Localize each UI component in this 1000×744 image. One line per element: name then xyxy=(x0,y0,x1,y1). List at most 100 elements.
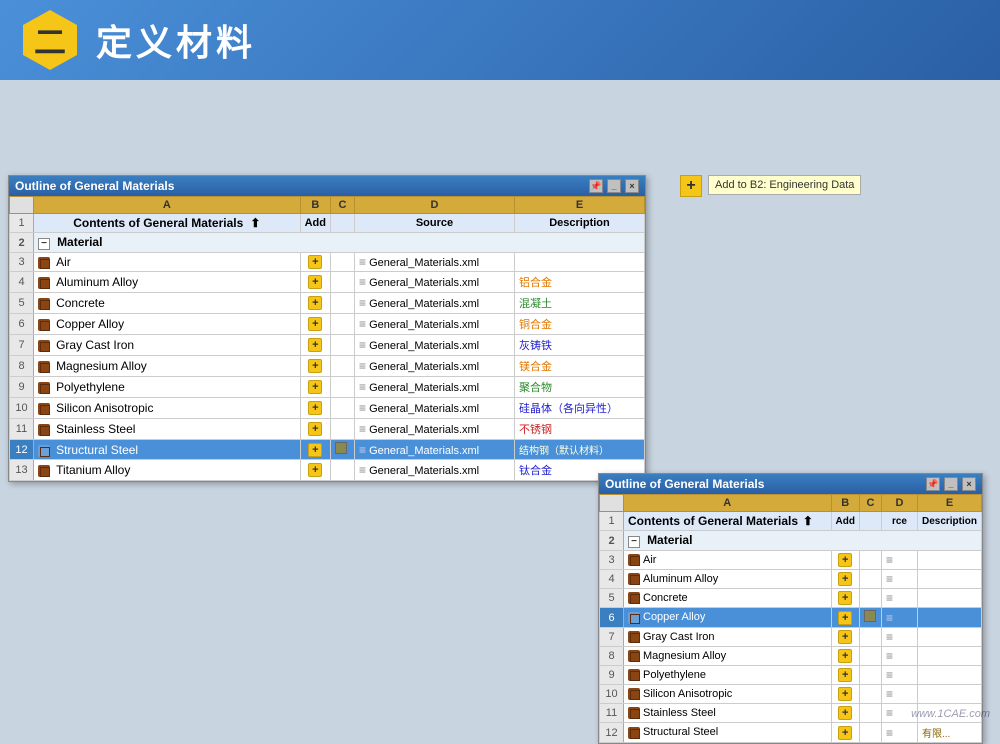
add-icon[interactable]: + xyxy=(308,422,322,436)
material-name-cell[interactable]: Magnesium Alloy xyxy=(34,356,301,377)
c-cell xyxy=(331,460,355,481)
table-row-selected[interactable]: 12 Structural Steel + ≡ General_Material… xyxy=(10,440,645,460)
table-row[interactable]: 4 Aluminum Alloy + ≡ General_Materials.x… xyxy=(10,272,645,293)
material-name-cell[interactable]: Gray Cast Iron xyxy=(34,335,301,356)
add-cell[interactable]: + xyxy=(300,293,330,314)
add-icon[interactable]: + xyxy=(308,317,322,331)
close-button-2[interactable]: × xyxy=(962,477,976,491)
add-icon[interactable]: + xyxy=(838,726,852,740)
add-icon[interactable]: + xyxy=(838,649,852,663)
add-icon[interactable]: + xyxy=(838,687,852,701)
table-row[interactable]: 11 Stainless Steel + ≡ General_Materials… xyxy=(10,419,645,440)
add-cell[interactable]: + xyxy=(300,253,330,272)
table-row[interactable]: 4 Aluminum Alloy + ≡ xyxy=(600,570,982,589)
add-icon[interactable]: + xyxy=(838,591,852,605)
material-name-cell[interactable]: Air xyxy=(624,551,832,570)
add-cell[interactable]: + xyxy=(300,314,330,335)
add-icon[interactable]: + xyxy=(838,572,852,586)
add-icon[interactable]: + xyxy=(308,359,322,373)
add-cell[interactable]: + xyxy=(300,419,330,440)
close-button-1[interactable]: × xyxy=(625,179,639,193)
table-row[interactable]: 9 Polyethylene + ≡ General_Materials.xml… xyxy=(10,377,645,398)
add-icon[interactable]: + xyxy=(308,401,322,415)
table-row-selected[interactable]: 6 Copper Alloy + ≡ xyxy=(600,608,982,628)
add-icon[interactable]: + xyxy=(308,338,322,352)
material-name-cell[interactable]: Concrete xyxy=(624,589,832,608)
collapse-icon[interactable]: − xyxy=(38,238,50,250)
material-name-cell[interactable]: Gray Cast Iron xyxy=(624,628,832,647)
material-name-cell[interactable]: Silicon Anisotropic xyxy=(34,398,301,419)
add-cell[interactable]: + xyxy=(831,647,859,666)
material-name-cell[interactable]: Polyethylene xyxy=(34,377,301,398)
table-row[interactable]: 13 Titanium Alloy + ≡ General_Materials.… xyxy=(10,460,645,481)
table-row[interactable]: 7 Gray Cast Iron + ≡ General_Materials.x… xyxy=(10,335,645,356)
add-icon[interactable]: + xyxy=(308,463,322,477)
material-name-cell[interactable]: Titanium Alloy xyxy=(34,460,301,481)
add-cell[interactable]: + xyxy=(300,377,330,398)
add-cell[interactable]: + xyxy=(831,704,859,723)
add-cell[interactable]: + xyxy=(300,460,330,481)
material-name-cell[interactable]: Concrete xyxy=(34,293,301,314)
add-cell[interactable]: + xyxy=(831,570,859,589)
add-cell[interactable]: + xyxy=(831,666,859,685)
table-row[interactable]: 8 Magnesium Alloy + ≡ xyxy=(600,647,982,666)
material-name-cell[interactable]: Aluminum Alloy xyxy=(624,570,832,589)
add-cell[interactable]: + xyxy=(831,723,859,743)
add-to-engineering-data-button[interactable]: + xyxy=(680,175,702,197)
add-icon[interactable]: + xyxy=(838,668,852,682)
material-icon xyxy=(38,424,50,436)
table-row[interactable]: 5 Concrete + ≡ General_Materials.xml 混凝土 xyxy=(10,293,645,314)
add-icon[interactable]: + xyxy=(308,296,322,310)
table-row[interactable]: 12 Structural Steel + ≡ 有限... xyxy=(600,723,982,743)
add-icon[interactable]: + xyxy=(838,706,852,720)
minimize-button-2[interactable]: _ xyxy=(944,477,958,491)
add-cell[interactable]: + xyxy=(831,551,859,570)
material-name-cell[interactable]: Polyethylene xyxy=(624,666,832,685)
add-cell[interactable]: + xyxy=(300,335,330,356)
c-cell xyxy=(331,419,355,440)
table-row[interactable]: 6 Copper Alloy + ≡ General_Materials.xml… xyxy=(10,314,645,335)
table-row[interactable]: 3 Air + ≡ General_Materials.xml xyxy=(10,253,645,272)
add-icon[interactable]: + xyxy=(308,275,322,289)
add-cell[interactable]: + xyxy=(831,628,859,647)
table-row[interactable]: 3 Air + ≡ xyxy=(600,551,982,570)
material-name-cell[interactable]: Stainless Steel xyxy=(34,419,301,440)
pin-button-1[interactable]: 📌 xyxy=(589,179,603,193)
add-cell[interactable]: + xyxy=(300,440,330,460)
table-row[interactable]: 7 Gray Cast Iron + ≡ xyxy=(600,628,982,647)
material-name-cell[interactable]: Stainless Steel xyxy=(624,704,832,723)
collapse-icon-2[interactable]: − xyxy=(628,536,640,548)
watermark: www.1CAE.com xyxy=(911,708,990,720)
table-row[interactable]: 10 Silicon Anisotropic + ≡ General_Mater… xyxy=(10,398,645,419)
table-row[interactable]: 5 Concrete + ≡ xyxy=(600,589,982,608)
table-row[interactable]: 8 Magnesium Alloy + ≡ General_Materials.… xyxy=(10,356,645,377)
add-cell[interactable]: + xyxy=(300,356,330,377)
row-num: 6 xyxy=(600,608,624,628)
material-name-cell[interactable]: Copper Alloy xyxy=(624,608,832,628)
material-name-cell[interactable]: Aluminum Alloy xyxy=(34,272,301,293)
sort-icon-2[interactable]: ⬆ xyxy=(803,514,813,528)
material-name-cell[interactable]: Copper Alloy xyxy=(34,314,301,335)
add-cell[interactable]: + xyxy=(300,398,330,419)
material-name-cell[interactable]: Air xyxy=(34,253,301,272)
add-icon[interactable]: + xyxy=(308,443,322,457)
table-row[interactable]: 10 Silicon Anisotropic + ≡ xyxy=(600,685,982,704)
add-cell[interactable]: + xyxy=(831,589,859,608)
sort-icon[interactable]: ⬆ xyxy=(250,216,260,230)
add-cell[interactable]: + xyxy=(300,272,330,293)
minimize-button-1[interactable]: _ xyxy=(607,179,621,193)
row-num: 7 xyxy=(600,628,624,647)
material-name-cell[interactable]: Structural Steel xyxy=(34,440,301,460)
add-icon[interactable]: + xyxy=(838,553,852,567)
pin-button-2[interactable]: 📌 xyxy=(926,477,940,491)
add-icon[interactable]: + xyxy=(838,611,852,625)
add-icon[interactable]: + xyxy=(308,380,322,394)
table-row[interactable]: 9 Polyethylene + ≡ xyxy=(600,666,982,685)
add-cell[interactable]: + xyxy=(831,685,859,704)
add-cell[interactable]: + xyxy=(831,608,859,628)
material-name-cell[interactable]: Structural Steel xyxy=(624,723,832,743)
material-name-cell[interactable]: Magnesium Alloy xyxy=(624,647,832,666)
add-icon[interactable]: + xyxy=(838,630,852,644)
material-name-cell[interactable]: Silicon Anisotropic xyxy=(624,685,832,704)
add-icon[interactable]: + xyxy=(308,255,322,269)
